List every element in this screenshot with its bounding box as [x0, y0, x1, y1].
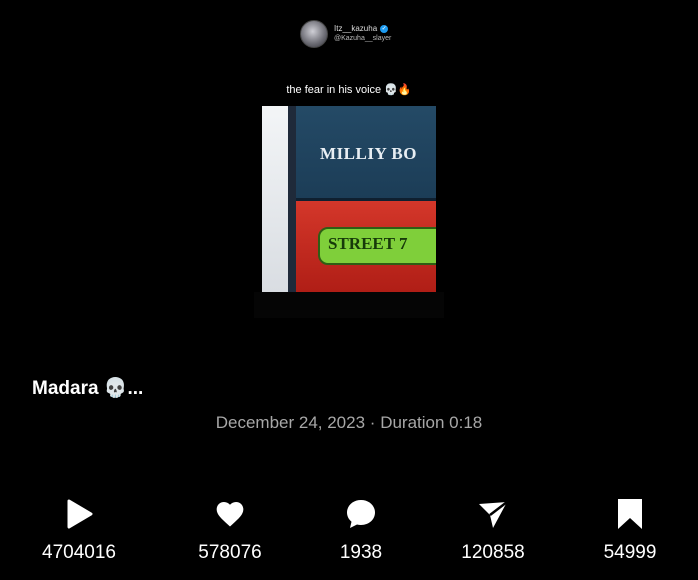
stat-likes[interactable]: 578076	[170, 498, 290, 564]
author-username[interactable]: Itz__kazuha	[334, 24, 377, 34]
verified-badge-icon: ✓	[380, 25, 389, 33]
video-frame-pole	[288, 106, 296, 292]
meta-separator: ·	[369, 413, 381, 432]
video-caption: the fear in his voice 💀🔥	[286, 84, 412, 96]
send-icon	[479, 501, 508, 528]
post-date: December 24, 2023	[215, 413, 366, 432]
comment-icon	[347, 500, 375, 528]
likes-count: 578076	[198, 542, 262, 563]
author-avatar[interactable]	[300, 20, 328, 48]
author-username-row[interactable]: Itz__kazuha ✓	[334, 24, 391, 34]
video-sign-top-text: MILLIY BO	[320, 144, 417, 163]
play-icon	[67, 499, 93, 529]
stat-saves[interactable]: 54999	[570, 498, 690, 564]
heart-icon	[216, 502, 244, 527]
post-title: Madara 💀...	[32, 378, 144, 399]
post-duration: Duration 0:18	[380, 413, 483, 432]
plays-count: 4704016	[42, 542, 116, 563]
stat-shares[interactable]: 120858	[433, 498, 553, 564]
stat-plays[interactable]: 4704016	[19, 498, 139, 564]
video-frame-sky	[262, 106, 288, 292]
video-bottom-shadow	[254, 292, 444, 318]
post-header: Itz__kazuha ✓ @Kazuha__slayer	[300, 20, 391, 48]
author-handle: @Kazuha__slayer	[334, 35, 392, 42]
bookmark-icon	[618, 499, 642, 529]
stat-comments[interactable]: 1938	[301, 498, 421, 564]
post-meta: December 24, 2023 · Duration 0:18	[0, 413, 698, 433]
shares-count: 120858	[461, 542, 525, 563]
comments-count: 1938	[339, 542, 383, 563]
video-player[interactable]: MILLIY BO STREET 7	[262, 106, 436, 292]
author-info: Itz__kazuha ✓ @Kazuha__slayer	[334, 24, 391, 44]
video-sign-bottom-text: STREET 7	[328, 234, 408, 253]
saves-count: 54999	[603, 542, 657, 563]
